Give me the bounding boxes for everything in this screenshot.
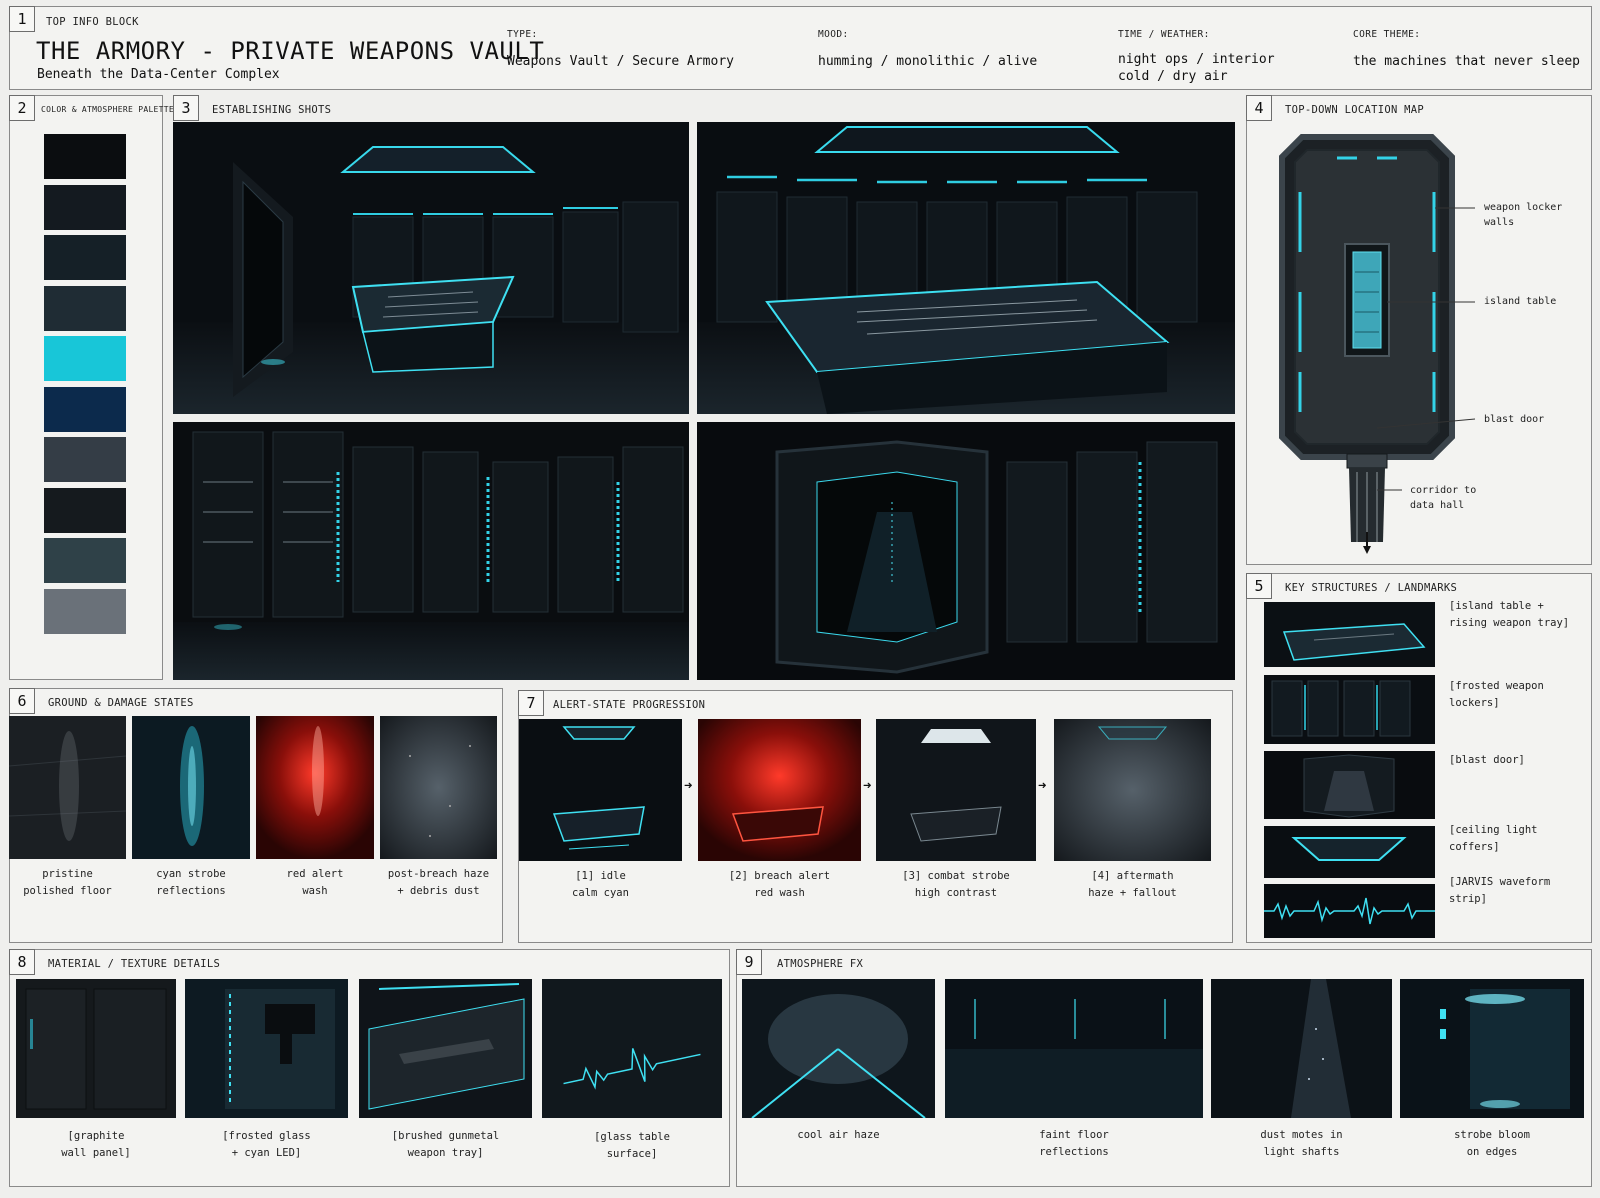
landmark-label: [ceiling light coffers] bbox=[1449, 824, 1538, 853]
atmos-label: faint floor reflections bbox=[1039, 1129, 1109, 1158]
panel-number: 9 bbox=[736, 949, 762, 975]
time-label: TIME / WEATHER: bbox=[1118, 29, 1210, 40]
landmark-image-ceiling-coffers bbox=[1264, 826, 1435, 878]
landmark-image-lockers bbox=[1264, 675, 1435, 744]
theme-value: the machines that never sleep bbox=[1353, 54, 1580, 69]
panel-title: GROUND & DAMAGE STATES bbox=[48, 697, 194, 709]
ground-label: red alert wash bbox=[286, 868, 344, 897]
arrow-icon: ➜ bbox=[684, 778, 693, 794]
atmos-dust-motes bbox=[1211, 979, 1392, 1118]
page-subtitle: Beneath the Data-Center Complex bbox=[37, 67, 280, 82]
palette-swatch bbox=[44, 538, 126, 583]
ground-cyan-strobe bbox=[132, 716, 250, 859]
arrow-icon: ➜ bbox=[1038, 778, 1047, 794]
page-title: THE ARMORY - PRIVATE WEAPONS VAULT bbox=[36, 37, 545, 65]
establishing-shot-vault-wide bbox=[697, 122, 1235, 414]
material-glass-table bbox=[542, 979, 722, 1118]
establishing-shot-locker-wall bbox=[173, 422, 689, 680]
establishing-shot-island-table bbox=[173, 122, 689, 414]
material-frosted-glass bbox=[185, 979, 348, 1118]
mood-value: humming / monolithic / alive bbox=[818, 54, 1038, 69]
palette-swatch bbox=[44, 134, 126, 179]
palette-swatch bbox=[44, 386, 126, 432]
alert-label: [1] idle calm cyan bbox=[572, 870, 629, 899]
arrow-icon: ➜ bbox=[863, 778, 872, 794]
map-label-walls: weapon locker walls bbox=[1484, 202, 1563, 228]
alert-progression-panel: 7 ALERT-STATE PROGRESSION [1] idle calm … bbox=[518, 690, 1233, 943]
material-panel: 8 MATERIAL / TEXTURE DETAILS [graphite w… bbox=[9, 949, 730, 1187]
material-label: [frosted glass + cyan LED] bbox=[222, 1130, 311, 1159]
atmos-label: dust motes in light shafts bbox=[1260, 1129, 1343, 1158]
material-label: [brushed gunmetal weapon tray] bbox=[391, 1130, 500, 1159]
landmark-label: [JARVIS waveform strip] bbox=[1449, 876, 1551, 905]
landmark-label: [blast door] bbox=[1449, 754, 1525, 766]
ground-pristine bbox=[9, 716, 126, 859]
panel-title: COLOR & ATMOSPHERE PALETTE bbox=[41, 105, 175, 114]
ground-label: cyan strobe reflections bbox=[156, 868, 226, 897]
block-label: TOP INFO BLOCK bbox=[46, 16, 139, 28]
time-value: night ops / interior cold / dry air bbox=[1118, 52, 1275, 84]
panel-title: ESTABLISHING SHOTS bbox=[212, 104, 332, 116]
panel-number: 3 bbox=[173, 95, 199, 121]
palette-swatch bbox=[44, 588, 126, 634]
palette-swatch bbox=[44, 184, 126, 230]
atmosphere-panel: 9 ATMOSPHERE FX cool air haze faint floo… bbox=[736, 949, 1592, 1187]
alert-state-combat bbox=[876, 719, 1036, 861]
landmark-image-blast-door bbox=[1264, 751, 1435, 819]
panel-number: 2 bbox=[9, 95, 35, 121]
landmark-image-island-table bbox=[1264, 602, 1435, 667]
top-info-block: 1 TOP INFO BLOCK THE ARMORY - PRIVATE WE… bbox=[9, 6, 1592, 90]
map-label-door: blast door bbox=[1484, 414, 1545, 425]
palette-swatch bbox=[44, 235, 126, 280]
ground-label: post-breach haze + debris dust bbox=[387, 868, 490, 897]
atmos-label: strobe bloom on edges bbox=[1454, 1129, 1530, 1158]
panel-title: ALERT-STATE PROGRESSION bbox=[553, 699, 706, 711]
type-label: TYPE: bbox=[507, 29, 538, 40]
panel-number: 5 bbox=[1246, 573, 1272, 599]
panel-number: 8 bbox=[9, 949, 35, 975]
panel-title: KEY STRUCTURES / LANDMARKS bbox=[1285, 582, 1458, 594]
panel-number: 6 bbox=[9, 688, 35, 714]
panel-title: ATMOSPHERE FX bbox=[777, 958, 864, 970]
palette-swatch bbox=[44, 285, 126, 331]
palette-swatch bbox=[44, 336, 126, 381]
map-label-table: island table bbox=[1484, 296, 1557, 307]
landmark-label: [frosted weapon lockers] bbox=[1449, 680, 1544, 709]
alert-state-breach bbox=[698, 719, 861, 861]
material-label: [glass table surface] bbox=[594, 1131, 670, 1160]
ground-post-breach bbox=[380, 716, 497, 859]
alert-state-aftermath bbox=[1054, 719, 1211, 861]
panel-number: 1 bbox=[9, 6, 35, 32]
atmos-floor-reflections bbox=[945, 979, 1203, 1118]
mood-label: MOOD: bbox=[818, 29, 849, 40]
material-brushed-gunmetal bbox=[359, 979, 532, 1118]
alert-label: [4] aftermath haze + fallout bbox=[1088, 870, 1177, 899]
ground-damage-panel: 6 GROUND & DAMAGE STATES pristine polish… bbox=[9, 688, 503, 943]
panel-number: 7 bbox=[518, 690, 544, 716]
landmarks-panel: 5 KEY STRUCTURES / LANDMARKS [island tab… bbox=[1246, 573, 1592, 943]
material-graphite-panel bbox=[16, 979, 176, 1118]
palette-swatch bbox=[44, 437, 126, 482]
landmark-label: [island table + rising weapon tray] bbox=[1449, 600, 1570, 629]
atmos-strobe-bloom bbox=[1400, 979, 1584, 1118]
palette-swatch bbox=[44, 487, 126, 533]
material-label: [graphite wall panel] bbox=[61, 1130, 131, 1159]
landmark-image-waveform bbox=[1264, 884, 1435, 938]
location-map-panel: 4 TOP-DOWN LOCATION MAP weapon locker wa… bbox=[1246, 95, 1592, 565]
atmos-label: cool air haze bbox=[797, 1129, 880, 1141]
ground-label: pristine polished floor bbox=[23, 868, 112, 897]
map-label-corridor: corridor to data hall bbox=[1410, 485, 1477, 511]
atmos-cool-air-haze bbox=[742, 979, 935, 1118]
ground-red-alert bbox=[256, 716, 374, 859]
establishing-shot-corridor bbox=[697, 422, 1235, 680]
palette-panel: 2 COLOR & ATMOSPHERE PALETTE bbox=[9, 95, 174, 680]
alert-state-idle bbox=[519, 719, 682, 861]
alert-label: [2] breach alert red wash bbox=[728, 870, 831, 899]
alert-label: [3] combat strobe high contrast bbox=[902, 870, 1010, 899]
panel-title: MATERIAL / TEXTURE DETAILS bbox=[48, 958, 221, 970]
type-value: Weapons Vault / Secure Armory bbox=[507, 54, 734, 69]
theme-label: CORE THEME: bbox=[1353, 29, 1421, 40]
